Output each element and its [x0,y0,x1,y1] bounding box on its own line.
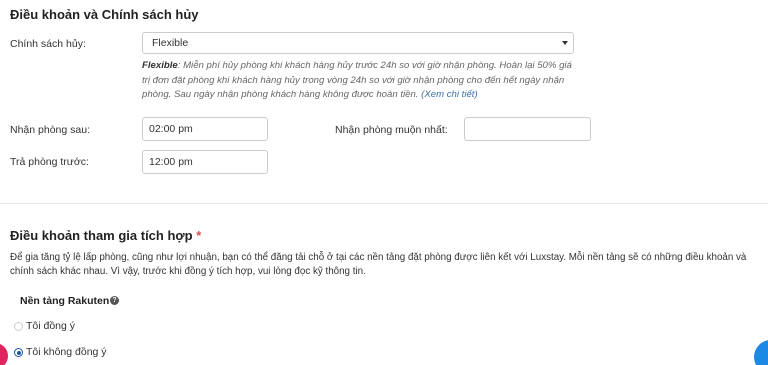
platform-label: Nền tảng Rakuten [20,295,110,307]
disagree-radio-label[interactable]: Tôi không đồng ý [26,346,107,358]
policy-description-text: : Miễn phí hủy phòng khi khách hàng hủy … [142,60,572,101]
agree-radio[interactable] [14,322,23,331]
cancellation-policy-select[interactable]: Flexible [142,32,574,54]
chat-button[interactable] [754,340,768,365]
question-circle-icon[interactable]: ? [110,296,119,305]
checkin-after-label: Nhận phòng sau: [10,124,90,136]
notification-bubble[interactable] [0,343,8,365]
required-marker: * [196,228,202,243]
policy-details-link[interactable]: (Xem chi tiết) [421,89,478,100]
section-divider [0,203,768,204]
checkin-latest-input[interactable] [464,117,591,141]
checkin-latest-label: Nhận phòng muộn nhất: [335,124,448,136]
disagree-radio[interactable] [14,348,23,357]
policy-description: Flexible: Miễn phí hủy phòng khi khách h… [142,59,582,103]
page: Điều khoản và Chính sách hủy Chính sách … [0,0,768,365]
integration-paragraph: Để gia tăng tỷ lệ lấp phòng, cũng như lợ… [10,252,747,278]
checkout-before-input[interactable]: 12:00 pm [142,150,268,174]
policy-description-name: Flexible [142,60,178,71]
agree-radio-label[interactable]: Tôi đồng ý [26,320,75,332]
cancellation-policy-label: Chính sách hủy: [10,38,86,50]
checkout-before-label: Trả phòng trước: [10,156,89,168]
chevron-down-icon [562,41,568,45]
integration-title-text: Điều khoản tham gia tích hợp [10,228,193,243]
checkin-after-input[interactable]: 02:00 pm [142,117,268,141]
cancellation-policy-value: Flexible [152,37,189,49]
integration-section-title: Điều khoản tham gia tích hợp * [10,228,201,243]
cancellation-section-title: Điều khoản và Chính sách hủy [10,7,199,22]
